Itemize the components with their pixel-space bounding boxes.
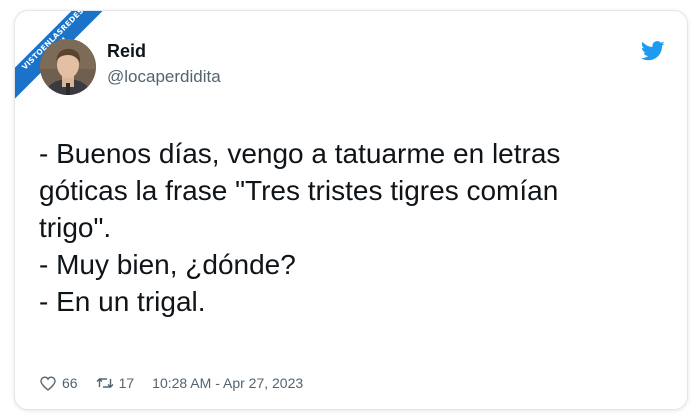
- heart-icon[interactable]: [39, 374, 57, 392]
- tweet-card: VISTOENLASREDES .COM Reid @locaperdidita…: [14, 10, 688, 410]
- tweet-footer: 66 17 10:28 AM - Apr 27, 2023: [39, 374, 303, 392]
- like-count: 66: [62, 375, 78, 391]
- tweet-text: - Buenos días, vengo a tatuarme en letra…: [39, 135, 679, 320]
- retweet-icon[interactable]: [96, 374, 114, 392]
- retweet-count: 17: [118, 375, 135, 391]
- avatar[interactable]: [40, 39, 96, 95]
- author-handle[interactable]: @locaperdidita: [107, 67, 221, 87]
- tweet-line: góticas la frase "Tres tristes tigres co…: [39, 175, 559, 206]
- tweet-line: - Muy bien, ¿dónde?: [39, 249, 296, 280]
- author-name[interactable]: Reid: [107, 41, 146, 62]
- twitter-bird-icon[interactable]: [640, 41, 665, 61]
- tweet-line: trigo".: [39, 212, 112, 243]
- tweet-timestamp[interactable]: 10:28 AM - Apr 27, 2023: [152, 375, 303, 391]
- tweet-line: - En un trigal.: [39, 286, 206, 317]
- tweet-line: - Buenos días, vengo a tatuarme en letra…: [39, 138, 561, 169]
